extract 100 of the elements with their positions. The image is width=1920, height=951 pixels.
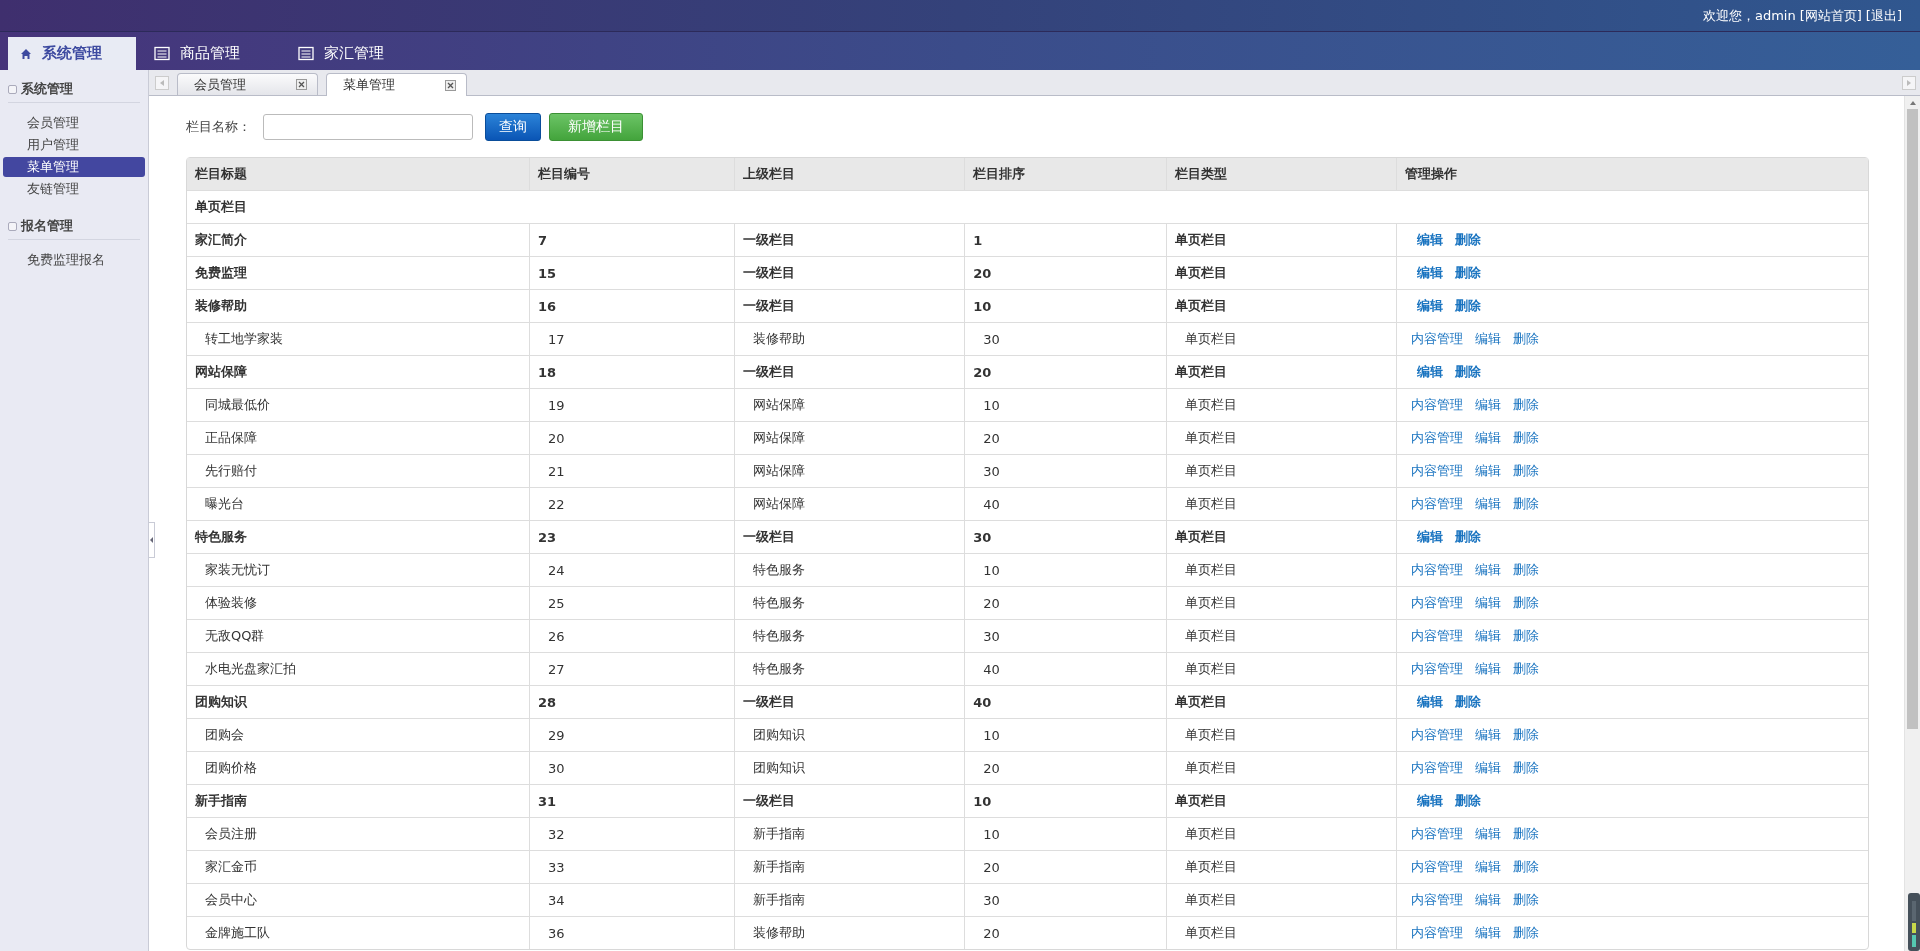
action-link[interactable]: 编辑 [1417,298,1444,313]
table-cell: 一级栏目 [735,223,966,256]
table-cell: 单页栏目 [1167,718,1398,751]
table-cell: 单页栏目 [1167,289,1398,322]
page-tab[interactable]: 会员管理 [177,73,318,95]
action-link[interactable]: 删除 [1513,628,1540,643]
action-link[interactable]: 内容管理 [1411,595,1464,610]
header-link[interactable]: [退出] [1865,6,1902,25]
action-link[interactable]: 删除 [1455,694,1482,709]
action-link[interactable]: 编辑 [1475,727,1502,742]
sidebar-group-header[interactable]: 系统管理 [8,70,140,103]
action-link[interactable]: 编辑 [1475,925,1502,940]
action-link[interactable]: 编辑 [1475,562,1502,577]
action-link[interactable]: 删除 [1513,760,1540,775]
sidebar-item[interactable]: 会员管理 [3,113,145,133]
action-link[interactable]: 编辑 [1475,628,1502,643]
action-link[interactable]: 删除 [1455,232,1482,247]
sidebar-item[interactable]: 用户管理 [3,135,145,155]
action-link[interactable]: 内容管理 [1411,727,1464,742]
action-link[interactable]: 删除 [1513,925,1540,940]
action-link[interactable]: 编辑 [1417,265,1444,280]
action-link[interactable]: 删除 [1513,397,1540,412]
table-cell: 17 [529,322,735,355]
sidebar-group-header[interactable]: 报名管理 [8,207,140,240]
action-link[interactable]: 删除 [1455,793,1482,808]
table-cell: 特色服务 [187,520,530,553]
action-link[interactable]: 编辑 [1475,397,1502,412]
action-link[interactable]: 编辑 [1475,463,1502,478]
action-link[interactable]: 内容管理 [1411,430,1464,445]
action-link[interactable]: 删除 [1455,298,1482,313]
table-cell: 单页栏目 [1167,850,1398,883]
action-link[interactable]: 编辑 [1475,760,1502,775]
action-link[interactable]: 编辑 [1417,364,1444,379]
action-link[interactable]: 删除 [1455,529,1482,544]
action-link[interactable]: 编辑 [1475,430,1502,445]
table-cell: 装修帮助 [735,916,966,949]
table-cell: 单页栏目 [1167,751,1398,784]
action-link[interactable]: 内容管理 [1411,925,1464,940]
table-cell: 40 [965,685,1167,718]
collapse-handle[interactable] [148,522,155,558]
sidebar-item[interactable]: 免费监理报名 [3,250,145,270]
table-cell: 单页栏目 [1167,553,1398,586]
action-link[interactable]: 删除 [1513,727,1540,742]
table-cell: 20 [965,421,1167,454]
table-cell: 20 [965,916,1167,949]
action-link[interactable]: 删除 [1455,364,1482,379]
scroll-right-button[interactable] [1902,75,1916,90]
action-link[interactable]: 编辑 [1475,892,1502,907]
action-link[interactable]: 内容管理 [1411,628,1464,643]
action-link[interactable]: 内容管理 [1411,496,1464,511]
action-link[interactable]: 内容管理 [1411,859,1464,874]
action-link[interactable]: 删除 [1513,331,1540,346]
nav-tab[interactable]: 家汇管理 [286,37,412,70]
action-link[interactable]: 内容管理 [1411,661,1464,676]
action-link[interactable]: 内容管理 [1411,463,1464,478]
search-button[interactable]: 查询 [485,112,541,141]
action-link[interactable]: 编辑 [1475,826,1502,841]
action-link[interactable]: 编辑 [1475,331,1502,346]
action-link[interactable]: 删除 [1513,430,1540,445]
action-link[interactable]: 内容管理 [1411,892,1464,907]
scrollbar-thumb[interactable] [1907,109,1918,729]
table-cell: 23 [529,520,735,553]
action-link[interactable]: 删除 [1513,463,1540,478]
table-cell: 先行赔付 [187,454,530,487]
action-link[interactable]: 编辑 [1417,694,1444,709]
scroll-left-button[interactable] [155,75,169,90]
action-link[interactable]: 编辑 [1475,661,1502,676]
action-link[interactable]: 内容管理 [1411,826,1464,841]
table-cell: 单页栏目 [1167,784,1398,817]
nav-tab[interactable]: 商品管理 [142,37,268,70]
action-link[interactable]: 编辑 [1417,793,1444,808]
action-link[interactable]: 删除 [1513,496,1540,511]
action-link[interactable]: 内容管理 [1411,331,1464,346]
action-link[interactable]: 内容管理 [1411,397,1464,412]
page-tab[interactable]: 菜单管理 [326,73,467,96]
action-link[interactable]: 编辑 [1417,232,1444,247]
action-link[interactable]: 编辑 [1417,529,1444,544]
sidebar-item[interactable]: 友链管理 [3,179,145,199]
sidebar-item[interactable]: 菜单管理 [3,157,145,177]
header-link[interactable]: [网站首页] [1799,6,1862,25]
table-cell: 25 [529,586,735,619]
action-link[interactable]: 删除 [1513,892,1540,907]
action-link[interactable]: 删除 [1455,265,1482,280]
action-link[interactable]: 内容管理 [1411,760,1464,775]
table-cell: 一级栏目 [735,685,966,718]
action-link[interactable]: 删除 [1513,562,1540,577]
action-link[interactable]: 编辑 [1475,859,1502,874]
table-cell: 同城最低价 [187,388,530,421]
table-cell: 新手指南 [735,883,966,916]
input-field[interactable] [263,113,473,140]
action-link[interactable]: 删除 [1513,595,1540,610]
action-link[interactable]: 编辑 [1475,496,1502,511]
action-link[interactable]: 内容管理 [1411,562,1464,577]
action-link[interactable]: 删除 [1513,859,1540,874]
table-cell: 家汇金币 [187,850,530,883]
nav-tab[interactable]: 系统管理 [8,37,136,70]
action-link[interactable]: 编辑 [1475,595,1502,610]
action-link[interactable]: 删除 [1513,826,1540,841]
action-link[interactable]: 删除 [1513,661,1540,676]
table-cell: 21 [529,454,735,487]
